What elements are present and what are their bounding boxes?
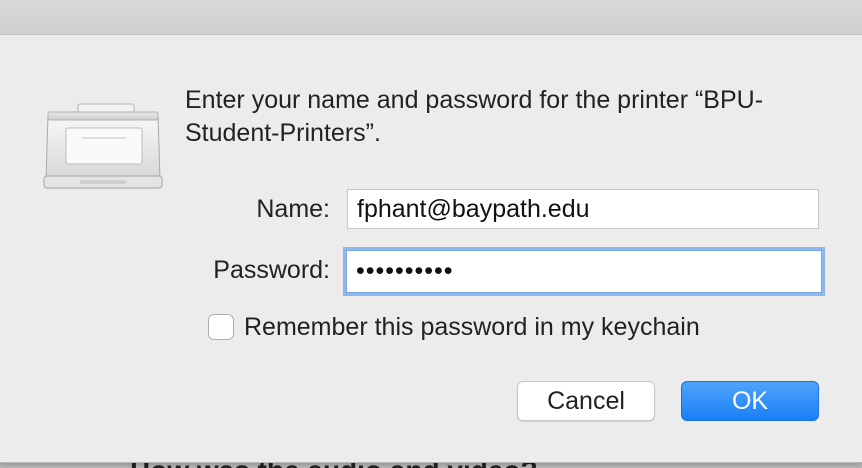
password-label: Password: (213, 256, 330, 284)
printer-icon (43, 103, 163, 189)
remember-keychain-option[interactable]: Remember this password in my keychain (208, 312, 700, 342)
dialog-titlebar (0, 0, 862, 35)
dialog-message: Enter your name and password for the pri… (185, 86, 764, 147)
name-field[interactable] (347, 189, 819, 229)
ok-button[interactable]: OK (681, 381, 819, 421)
remember-checkbox[interactable] (208, 314, 234, 340)
printer-login-dialog: Enter your name and password for the pri… (0, 0, 862, 463)
name-label: Name: (256, 195, 330, 223)
remember-label: Remember this password in my keychain (244, 312, 700, 341)
cancel-button[interactable]: Cancel (517, 381, 655, 421)
password-field[interactable] (346, 250, 822, 293)
